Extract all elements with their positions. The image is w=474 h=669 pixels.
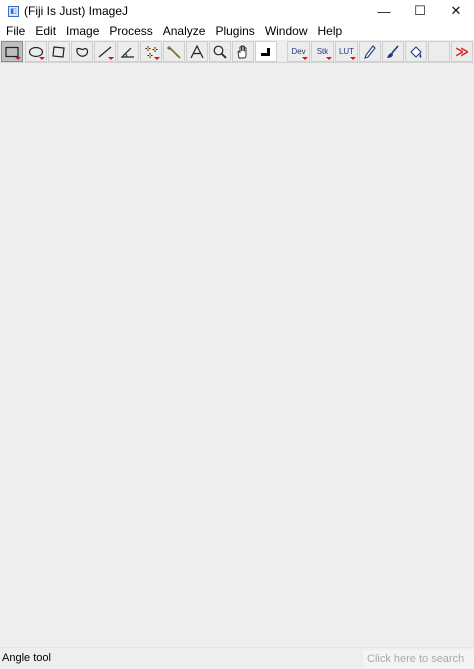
close-button[interactable]: ✕ (438, 0, 474, 22)
color-picker-tool[interactable] (255, 41, 277, 62)
status-text: Angle tool (2, 652, 51, 664)
lut-menu[interactable]: LUT (335, 41, 358, 62)
dev-menu[interactable]: Dev (287, 41, 310, 62)
hand-icon (237, 44, 247, 58)
menu-analyze[interactable]: Analyze (159, 24, 210, 38)
tool-options-indicator (154, 57, 160, 60)
rectangle-icon (5, 46, 19, 57)
brush-icon (387, 44, 399, 58)
maximize-button[interactable]: ☐ (402, 0, 438, 22)
minimize-button[interactable]: — (366, 0, 402, 22)
menu-file[interactable]: File (2, 24, 29, 38)
menu-help[interactable]: Help (314, 24, 347, 38)
freehand-tool[interactable] (71, 41, 93, 62)
rectangle-tool[interactable] (1, 41, 23, 62)
stk-menu-label: Stk (316, 47, 329, 56)
lut-menu-label: LUT (338, 47, 355, 56)
flood-fill-tool[interactable] (405, 41, 427, 62)
pencil-tool[interactable] (359, 41, 381, 62)
menu-edit[interactable]: Edit (31, 24, 60, 38)
tool-options-indicator (350, 57, 356, 60)
window-title: (Fiji Is Just) ImageJ (24, 4, 129, 18)
maximize-icon: ☐ (414, 3, 426, 18)
brush-tool[interactable] (382, 41, 404, 62)
point-tool[interactable] (140, 41, 162, 62)
oval-tool[interactable] (25, 41, 47, 62)
flood-fill-icon (410, 45, 422, 58)
menu-plugins[interactable]: Plugins (211, 24, 258, 38)
search-placeholder: Click here to search (367, 653, 465, 665)
more-tools[interactable]: ≫ (451, 41, 473, 62)
menu-image[interactable]: Image (62, 24, 103, 38)
status-bar: Angle tool Click here to search (0, 647, 474, 669)
wand-tool[interactable] (163, 41, 185, 62)
tool-bar: Dev Stk LUT ≫ (0, 40, 474, 63)
tool-options-indicator (108, 57, 114, 60)
text-icon (190, 44, 204, 58)
more-tools-icon: ≫ (455, 43, 469, 59)
main-area (0, 63, 474, 647)
pencil-icon (364, 44, 376, 59)
window-controls: — ☐ ✕ (366, 0, 474, 22)
polygon-tool[interactable] (48, 41, 70, 62)
hand-tool[interactable] (232, 41, 254, 62)
minimize-icon: — (377, 3, 391, 19)
dev-menu-label: Dev (291, 47, 306, 56)
menu-bar: File Edit Image Process Analyze Plugins … (0, 22, 474, 40)
stk-menu[interactable]: Stk (311, 41, 334, 62)
title-bar: ◧ (Fiji Is Just) ImageJ — ☐ ✕ (0, 0, 474, 22)
empty-tool-slot (428, 41, 450, 62)
tool-options-indicator (326, 57, 332, 60)
imagej-app-icon: ◧ (8, 5, 19, 17)
menu-process[interactable]: Process (105, 24, 156, 38)
text-tool[interactable] (186, 41, 208, 62)
color-picker-icon (261, 47, 270, 56)
angle-icon (120, 47, 134, 58)
line-tool[interactable] (94, 41, 116, 62)
tool-options-indicator (15, 57, 21, 60)
magnifier-tool[interactable] (209, 41, 231, 62)
tool-options-indicator (302, 57, 308, 60)
menu-window[interactable]: Window (261, 24, 312, 38)
search-field[interactable]: Click here to search (363, 650, 474, 668)
angle-tool[interactable] (117, 41, 139, 62)
tool-options-indicator (39, 57, 45, 60)
oval-icon (28, 46, 44, 57)
close-icon: ✕ (450, 3, 462, 18)
polygon-icon (52, 45, 65, 58)
freehand-icon (76, 47, 89, 57)
magnifier-icon (213, 45, 227, 59)
wand-icon (167, 45, 181, 59)
